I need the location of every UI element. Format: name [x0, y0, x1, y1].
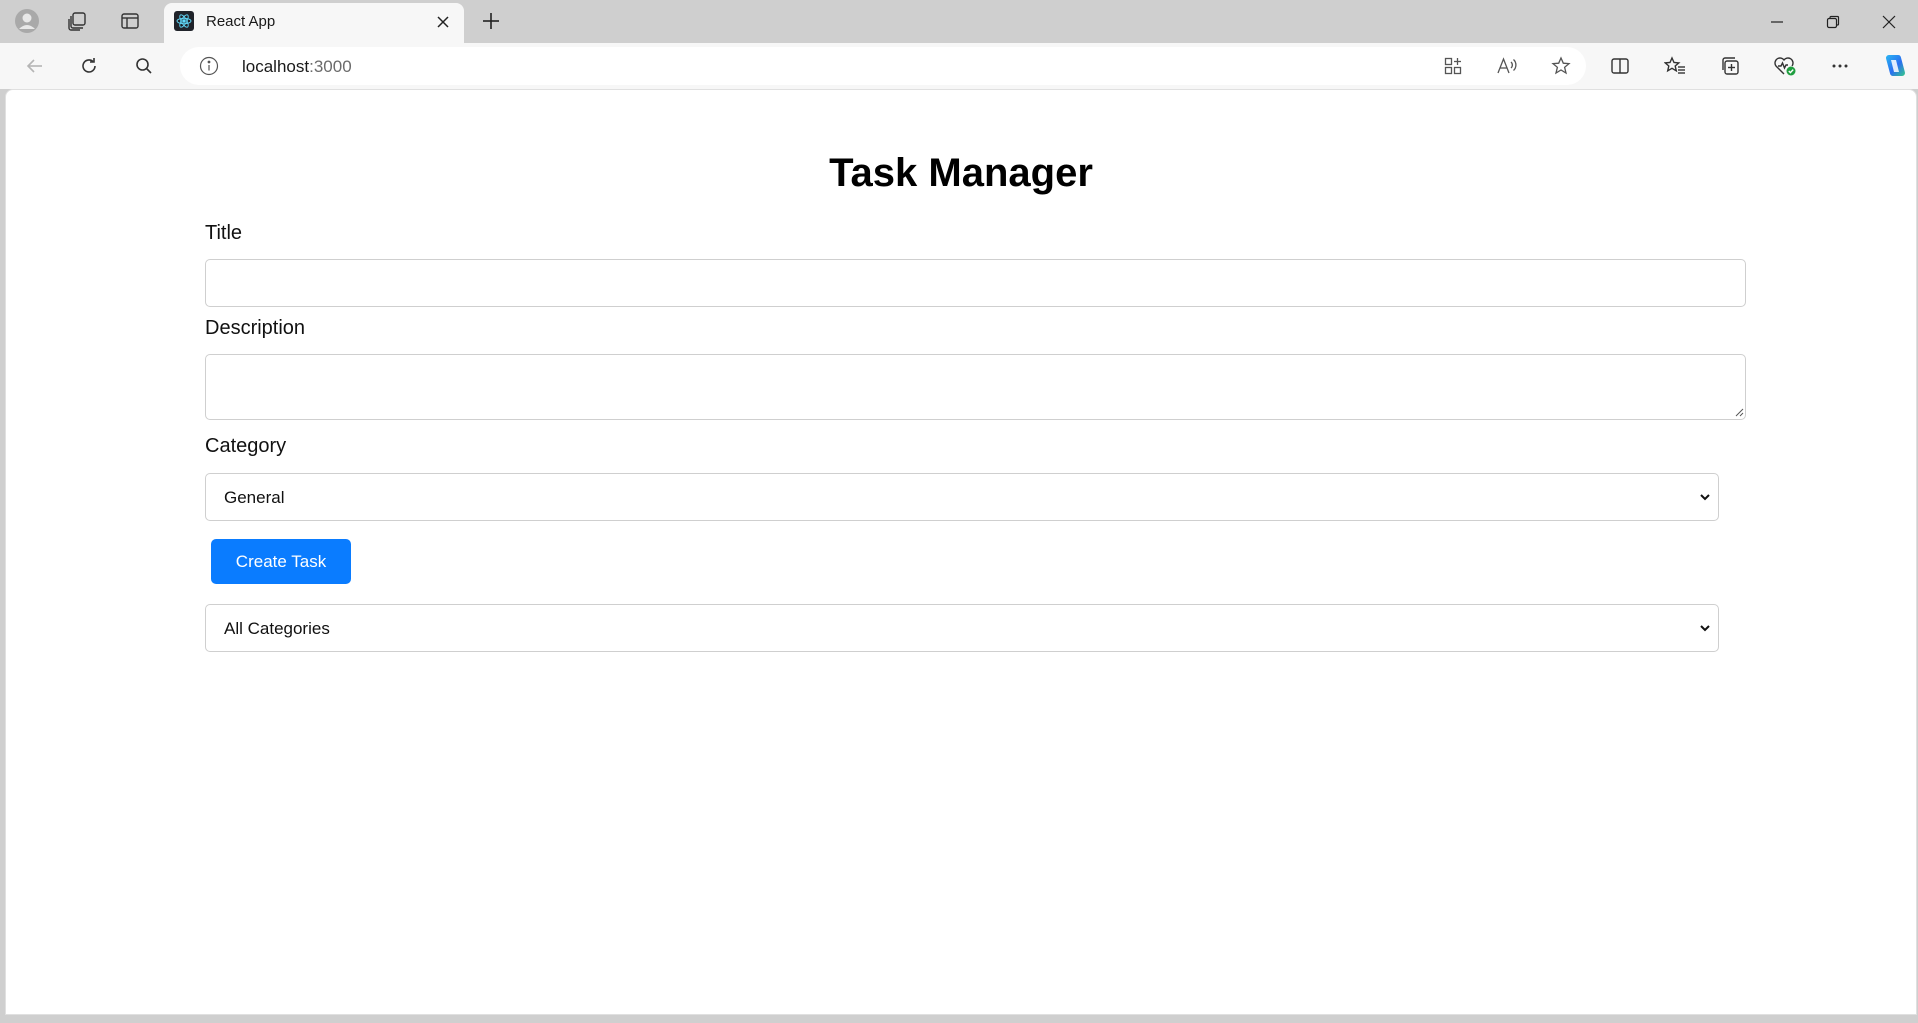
- browser-tab[interactable]: React App: [164, 3, 464, 43]
- chevron-down-icon: [1700, 625, 1710, 632]
- url-text[interactable]: localhost:3000: [242, 57, 352, 77]
- title-label: Title: [205, 222, 243, 244]
- refresh-icon[interactable]: [71, 49, 107, 83]
- star-icon[interactable]: [1546, 53, 1576, 79]
- category-select[interactable]: General: [205, 473, 1719, 521]
- page-viewport: Task Manager Title Description Category …: [5, 89, 1917, 1015]
- url-host: localhost: [242, 57, 310, 76]
- workspaces-icon[interactable]: [60, 6, 94, 36]
- browser-toolbar: localhost:3000: [0, 43, 1918, 89]
- chevron-down-icon: [1700, 494, 1710, 501]
- favorites-icon[interactable]: [1657, 49, 1693, 83]
- restore-icon[interactable]: [1805, 0, 1861, 43]
- minimize-icon[interactable]: [1749, 0, 1805, 43]
- tab-strip: React App: [0, 0, 1918, 43]
- window-close-icon[interactable]: [1861, 0, 1917, 43]
- vertical-tabs-icon[interactable]: [113, 6, 147, 36]
- close-icon[interactable]: [430, 9, 456, 35]
- tab-title: React App: [206, 13, 276, 30]
- back-arrow-icon[interactable]: [17, 49, 53, 83]
- read-aloud-icon[interactable]: [1492, 53, 1522, 79]
- description-textarea[interactable]: [205, 354, 1746, 420]
- title-input[interactable]: [205, 259, 1746, 307]
- split-screen-icon[interactable]: [1602, 49, 1638, 83]
- category-selected-value: General: [224, 488, 285, 507]
- page-title: Task Manager: [829, 151, 1093, 195]
- category-filter-select[interactable]: All Categories: [205, 604, 1719, 652]
- resize-grip-icon[interactable]: [1734, 407, 1744, 417]
- create-task-button[interactable]: Create Task: [211, 539, 351, 584]
- url-port: :3000: [309, 57, 352, 76]
- category-label: Category: [205, 435, 287, 457]
- window-bottom-edge: [0, 1015, 1918, 1023]
- apps-icon[interactable]: [1438, 53, 1468, 79]
- search-icon[interactable]: [126, 49, 162, 83]
- react-logo-icon: [174, 11, 194, 31]
- address-bar[interactable]: localhost:3000: [180, 47, 1586, 85]
- filter-selected-value: All Categories: [224, 619, 330, 638]
- browser-essentials-icon[interactable]: [1767, 49, 1803, 83]
- more-icon[interactable]: [1822, 49, 1858, 83]
- copilot-icon[interactable]: [1876, 49, 1912, 83]
- info-icon[interactable]: [198, 55, 220, 77]
- description-label: Description: [205, 317, 306, 339]
- profile-icon[interactable]: [10, 6, 44, 36]
- collections-icon[interactable]: [1712, 49, 1748, 83]
- plus-icon[interactable]: [474, 6, 508, 36]
